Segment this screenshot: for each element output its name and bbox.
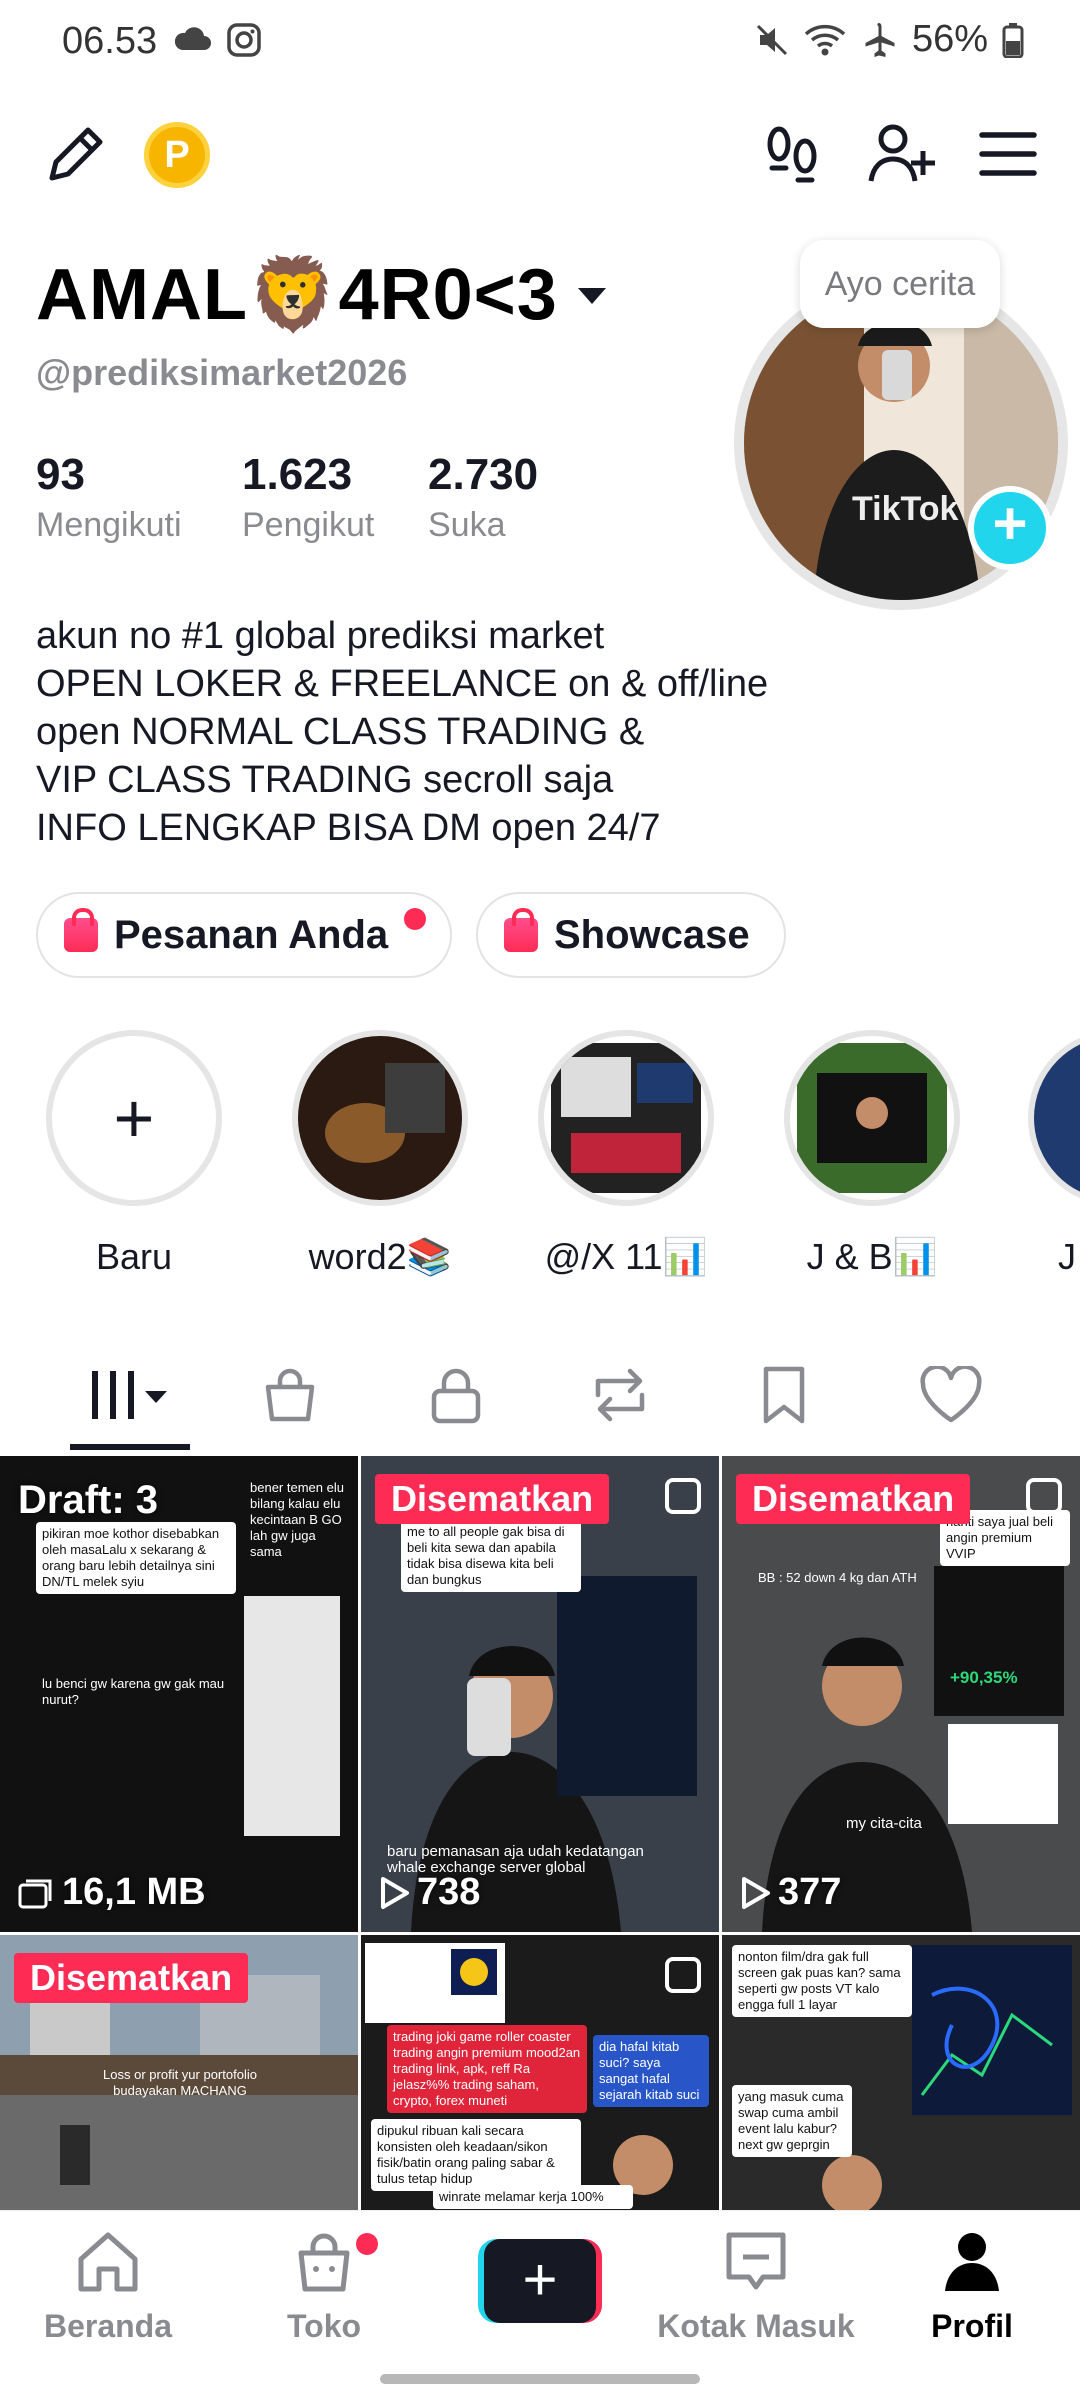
profile-icon — [945, 2233, 999, 2291]
tab-liked[interactable] — [896, 1336, 1006, 1454]
tab-videos[interactable] — [60, 1336, 200, 1454]
display-name: AMAL🦁4R0<3 — [36, 255, 558, 335]
username-handle: @prediksimarket2026 — [36, 352, 408, 393]
cloud-icon — [174, 27, 211, 50]
heart-icon — [920, 1366, 982, 1423]
stat-following[interactable]: 93 Mengikuti — [36, 450, 182, 545]
repost-icon — [595, 1368, 645, 1422]
nav-profile[interactable]: Profil — [882, 2229, 1062, 2345]
tab-shop[interactable] — [240, 1336, 340, 1454]
profile-bio: akun no #1 global prediksi market OPEN L… — [36, 615, 769, 849]
home-icon — [78, 2232, 138, 2292]
highlight-item[interactable]: word2📚 — [290, 1030, 470, 1278]
stat-likes[interactable]: 2.730 Suka — [428, 450, 538, 545]
inbox-icon — [726, 2232, 786, 2290]
plus-icon: + — [992, 490, 1028, 557]
video-tile-pinned[interactable]: me to all people gak bisa di beli kita s… — [361, 1456, 719, 1932]
select-checkbox[interactable] — [1026, 1478, 1062, 1514]
text-sticker — [244, 1596, 340, 1836]
pinned-badge: Disematkan — [14, 1953, 249, 2003]
airplane-icon — [865, 22, 895, 57]
battery-percent: 56% — [911, 18, 988, 60]
pinned-badge: Disematkan — [375, 1474, 610, 1524]
select-checkbox[interactable] — [665, 1957, 701, 1993]
story-tooltip[interactable]: Ayo cerita — [800, 240, 1000, 328]
pencil-icon — [49, 127, 103, 181]
highlight-cover — [305, 1043, 455, 1193]
status-bar: 06.53 56% — [0, 0, 1080, 84]
play-icon — [742, 1876, 770, 1909]
add-friend-button[interactable] — [864, 118, 940, 190]
edit-profile-button[interactable] — [40, 118, 112, 190]
active-tab-indicator — [70, 1444, 190, 1450]
mute-icon — [756, 24, 787, 55]
tab-reposts[interactable] — [570, 1336, 670, 1454]
pinned-badge: Disematkan — [736, 1474, 971, 1524]
status-time: 06.53 — [62, 20, 158, 62]
hamburger-icon — [979, 132, 1037, 176]
lock-icon — [431, 1368, 481, 1424]
plus-icon: + — [484, 2239, 596, 2323]
add-story-button[interactable]: + — [968, 486, 1052, 570]
display-name-switcher[interactable]: AMAL🦁4R0<3 — [36, 252, 612, 337]
play-icon — [381, 1876, 409, 1909]
grid-icon — [92, 1371, 167, 1419]
svg-text:TikTok: TikTok — [852, 490, 959, 528]
footprint-icon — [767, 126, 817, 183]
bottom-navigation: Beranda Toko + Kotak Masuk Profil — [0, 2210, 1080, 2400]
footprint-button[interactable] — [756, 118, 828, 190]
video-tile-pinned[interactable]: BB : 52 down 4 kg dan ATH nanti saya jua… — [722, 1456, 1080, 1932]
highlight-new[interactable]: + Baru — [44, 1030, 224, 1278]
tab-private[interactable] — [406, 1336, 506, 1454]
coin-icon[interactable]: P — [144, 122, 210, 188]
battery-icon — [1002, 22, 1024, 58]
highlight-item[interactable]: @/X 11📊 — [536, 1030, 716, 1278]
video-tile[interactable]: nonton film/dra gak full screen gak puas… — [722, 1935, 1080, 2210]
highlight-cover — [551, 1043, 701, 1193]
draft-size: 16,1 MB — [18, 1871, 206, 1914]
draft-label: Draft: 3 — [18, 1478, 159, 1522]
create-button[interactable]: + — [478, 2239, 602, 2323]
gesture-bar — [380, 2374, 700, 2384]
view-count: 377 — [740, 1871, 841, 1914]
shopping-bag-icon — [504, 908, 538, 952]
wifi-icon — [804, 24, 846, 55]
instagram-icon — [227, 23, 261, 57]
highlight-item[interactable]: J & B📊 — [782, 1030, 962, 1278]
showcase-button[interactable]: Showcase — [476, 892, 786, 978]
drafts-icon — [18, 1879, 52, 1908]
plus-icon: + — [113, 1079, 155, 1157]
video-tile-pinned[interactable]: Loss or profit yur portofolio budayakan … — [0, 1935, 358, 2210]
video-tile-draft[interactable]: pikiran moe kothor disebabkan oleh masaL… — [0, 1456, 358, 1932]
highlight-cover — [797, 1043, 947, 1193]
add-user-icon — [868, 124, 935, 182]
highlight-item[interactable]: J — [1028, 1030, 1080, 1278]
menu-button[interactable] — [972, 118, 1044, 190]
tab-favorites[interactable] — [734, 1336, 834, 1454]
shopping-bag-icon — [64, 908, 98, 952]
select-checkbox[interactable] — [665, 1478, 701, 1514]
caret-down-icon — [577, 287, 606, 304]
shop-icon — [298, 2233, 350, 2292]
stat-followers[interactable]: 1.623 Pengikut — [242, 450, 374, 545]
notification-dot — [404, 908, 426, 930]
nav-shop[interactable]: Toko — [234, 2229, 414, 2345]
notification-dot — [356, 2233, 378, 2255]
orders-button[interactable]: Pesanan Anda — [36, 892, 452, 978]
view-count: 738 — [379, 1871, 480, 1914]
nav-home[interactable]: Beranda — [18, 2229, 198, 2345]
nav-inbox[interactable]: Kotak Masuk — [654, 2229, 858, 2345]
bookmark-icon — [763, 1366, 805, 1424]
shop-bag-icon — [265, 1368, 315, 1422]
profile-content-tabs — [0, 1336, 1080, 1454]
video-tile[interactable]: trading joki game roller coaster trading… — [361, 1935, 719, 2210]
